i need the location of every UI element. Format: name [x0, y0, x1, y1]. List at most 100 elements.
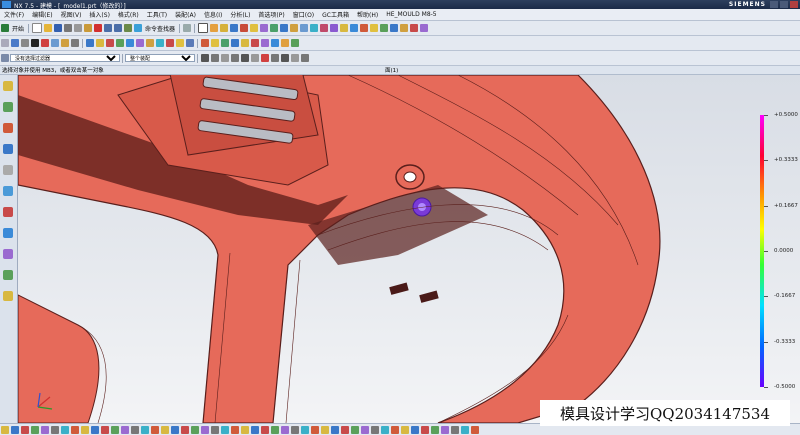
bottom-tool-icon[interactable]: [421, 425, 429, 434]
menu-item[interactable]: 插入(S): [85, 10, 114, 19]
bottom-tool-icon[interactable]: [161, 425, 169, 434]
bottom-tool-icon[interactable]: [41, 425, 49, 434]
thicken-icon[interactable]: [420, 24, 429, 32]
bottom-tool-icon[interactable]: [111, 425, 119, 434]
patch-icon[interactable]: [156, 39, 164, 47]
menu-item[interactable]: 分析(L): [226, 10, 254, 19]
mold-wizard-icon[interactable]: [201, 39, 209, 47]
bottom-tool-icon[interactable]: [21, 425, 29, 434]
reuse-library-icon[interactable]: [3, 144, 13, 154]
start-button[interactable]: 开始: [10, 24, 26, 33]
bottom-tool-icon[interactable]: [61, 425, 69, 434]
ejector-icon[interactable]: [291, 39, 299, 47]
fit-icon[interactable]: [11, 39, 19, 47]
type-filter-select[interactable]: 没有选择过滤器: [10, 54, 120, 62]
layout-icon[interactable]: [251, 39, 259, 47]
extension-icon[interactable]: [136, 39, 144, 47]
shrinkage-icon[interactable]: [231, 39, 239, 47]
shell-icon[interactable]: [370, 24, 379, 32]
pattern-icon[interactable]: [410, 24, 419, 32]
menu-item[interactable]: HE_MOULD M8-5: [382, 11, 440, 18]
bottom-tool-icon[interactable]: [441, 425, 449, 434]
hole-icon[interactable]: [240, 24, 249, 32]
chamfer-icon[interactable]: [360, 24, 369, 32]
manufacturing-wizard-icon[interactable]: [3, 249, 13, 259]
bottom-tool-icon[interactable]: [81, 425, 89, 434]
bottom-tool-icon[interactable]: [461, 425, 469, 434]
menu-item[interactable]: 首选项(P): [254, 10, 288, 19]
bottom-tool-icon[interactable]: [321, 425, 329, 434]
paste-icon[interactable]: [84, 24, 93, 32]
minimize-icon[interactable]: [770, 1, 778, 8]
menu-item[interactable]: 信息(I): [200, 10, 226, 19]
bottom-tool-icon[interactable]: [371, 425, 379, 434]
bottom-tool-icon[interactable]: [181, 425, 189, 434]
snap-center-icon[interactable]: [231, 54, 239, 62]
save-icon[interactable]: [54, 24, 63, 32]
through-curves-icon[interactable]: [106, 39, 114, 47]
sketch-icon[interactable]: [183, 24, 192, 32]
repeat-icon[interactable]: [124, 24, 133, 32]
snap-on-face-icon[interactable]: [271, 54, 279, 62]
bottom-tool-icon[interactable]: [331, 425, 339, 434]
bottom-tool-icon[interactable]: [301, 425, 309, 434]
bottom-tool-icon[interactable]: [251, 425, 259, 434]
bottom-tool-icon[interactable]: [391, 425, 399, 434]
intersect-icon[interactable]: [320, 24, 329, 32]
roles-icon[interactable]: [3, 270, 13, 280]
menu-item[interactable]: 文件(F): [0, 10, 28, 19]
bottom-tool-icon[interactable]: [71, 425, 79, 434]
mold-csys-icon[interactable]: [221, 39, 229, 47]
menu-item[interactable]: 帮助(H): [353, 10, 382, 19]
bottom-tool-icon[interactable]: [351, 425, 359, 434]
bottom-tool-icon[interactable]: [191, 425, 199, 434]
background-icon[interactable]: [71, 39, 79, 47]
mirror-icon[interactable]: [400, 24, 409, 32]
maximize-icon[interactable]: [780, 1, 788, 8]
delete-icon[interactable]: [94, 24, 103, 32]
bottom-tool-icon[interactable]: [381, 425, 389, 434]
boss-icon[interactable]: [250, 24, 259, 32]
graphics-viewport[interactable]: [18, 75, 800, 423]
menu-item[interactable]: 窗口(O): [289, 10, 318, 19]
bottom-tool-icon[interactable]: [221, 425, 229, 434]
select-icon[interactable]: [1, 39, 9, 47]
snap-control-icon[interactable]: [291, 54, 299, 62]
bottom-tool-icon[interactable]: [121, 425, 129, 434]
bottom-tool-icon[interactable]: [341, 425, 349, 434]
bottom-tool-icon[interactable]: [131, 425, 139, 434]
menu-item[interactable]: 编辑(E): [28, 10, 56, 19]
bottom-tool-icon[interactable]: [411, 425, 419, 434]
menu-item[interactable]: 格式(R): [114, 10, 143, 19]
bottom-tool-icon[interactable]: [231, 425, 239, 434]
bottom-tool-icon[interactable]: [141, 425, 149, 434]
enlarge-icon[interactable]: [166, 39, 174, 47]
zoom-icon[interactable]: [21, 39, 29, 47]
bottom-tool-icon[interactable]: [91, 425, 99, 434]
bottom-tool-icon[interactable]: [31, 425, 39, 434]
subtract-icon[interactable]: [310, 24, 319, 32]
part-model[interactable]: [18, 75, 800, 423]
bottom-tool-icon[interactable]: [291, 425, 299, 434]
bottom-tool-icon[interactable]: [471, 425, 479, 434]
menu-item[interactable]: 工具(T): [143, 10, 171, 19]
standard-part-icon[interactable]: [281, 39, 289, 47]
delete-face-icon[interactable]: [186, 39, 194, 47]
offset-surface-icon[interactable]: [176, 39, 184, 47]
extrude-icon[interactable]: [220, 24, 229, 32]
blend-icon[interactable]: [350, 24, 359, 32]
bottom-tool-icon[interactable]: [271, 425, 279, 434]
new-icon[interactable]: [32, 23, 43, 33]
pocket-icon[interactable]: [260, 24, 269, 32]
bottom-tool-icon[interactable]: [211, 425, 219, 434]
sew-icon[interactable]: [86, 39, 94, 47]
assembly-navigator-icon[interactable]: [3, 81, 13, 91]
parting-icon[interactable]: [261, 39, 269, 47]
offset-face-icon[interactable]: [390, 24, 399, 32]
copy-icon[interactable]: [74, 24, 83, 32]
shaded-icon[interactable]: [31, 39, 39, 47]
process-studio-icon[interactable]: [3, 228, 13, 238]
trim-body-icon[interactable]: [330, 24, 339, 32]
command-finder-icon[interactable]: [134, 24, 143, 32]
revolve-icon[interactable]: [230, 24, 239, 32]
